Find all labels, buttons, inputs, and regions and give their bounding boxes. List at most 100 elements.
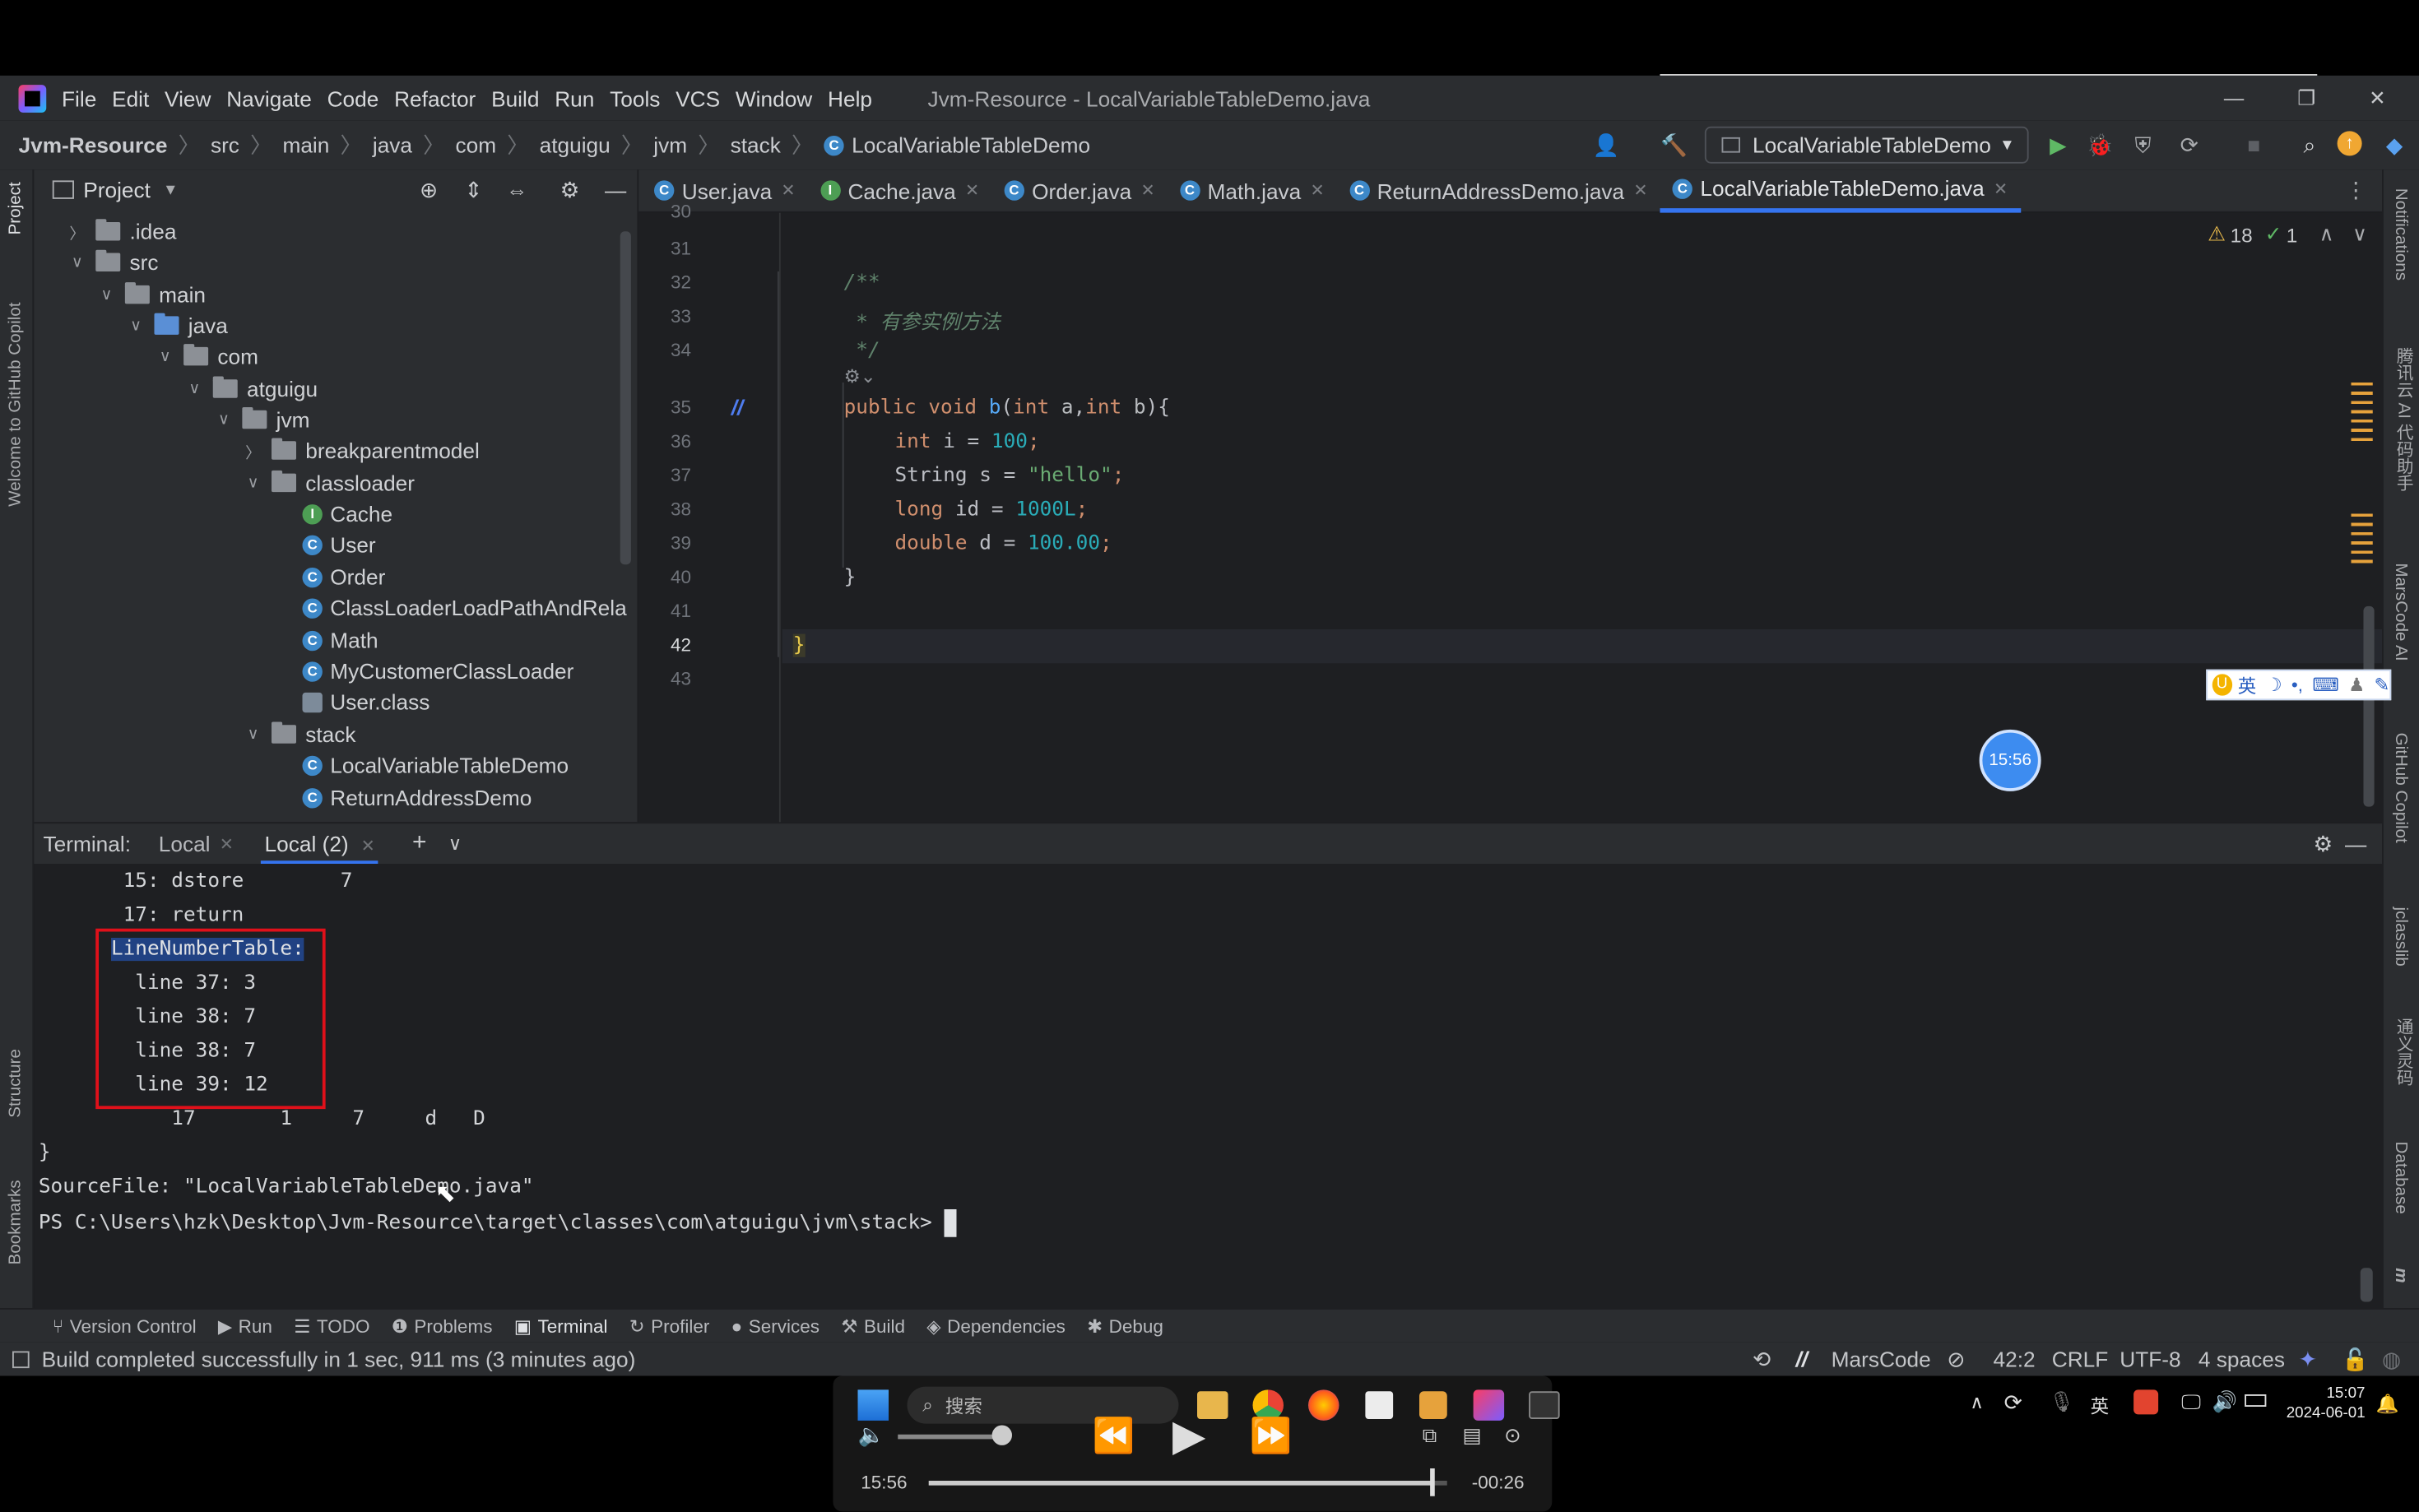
inspection-widget[interactable]: ⚠ 18 ✓ 1 ∧ ∨ [2208, 222, 2367, 247]
update-icon[interactable]: ↑ [2337, 131, 2366, 159]
status-message[interactable]: Build completed successfully in 1 sec, 9… [42, 1347, 636, 1371]
menu-edit[interactable]: Edit [112, 86, 149, 110]
tab-order-java[interactable]: C Order.java ✕ [991, 169, 1167, 212]
tab-returnaddressdemo-java[interactable]: C ReturnAddressDemo.java ✕ [1337, 169, 1660, 212]
user-icon[interactable]: 👤 [1592, 131, 1620, 159]
github-copilot-tool-button[interactable]: GitHub Copilot [2391, 733, 2410, 843]
breadcrumb-jvm[interactable]: jvm [653, 132, 687, 157]
debug-tool-button[interactable]: ✱ Debug [1087, 1315, 1163, 1336]
project-panel-title[interactable]: Project [83, 178, 151, 202]
speaker-icon[interactable]: 🔊 [2212, 1389, 2237, 1414]
memory-indicator-icon[interactable]: ◍ [2382, 1346, 2401, 1372]
tree-item-mycustomerclassloader[interactable]: C MyCustomerClassLoader [302, 656, 573, 687]
m-tool-button[interactable]: m [2391, 1268, 2410, 1282]
menu-help[interactable]: Help [828, 86, 872, 110]
tree-item-user[interactable]: C User [302, 529, 376, 560]
breadcrumb-src[interactable]: src [211, 132, 239, 157]
ime-toolbar[interactable]: U 英 ☽ •, ⌨ ♟ ✎ [2206, 669, 2392, 701]
terminal-tab-local[interactable]: Local [159, 832, 211, 856]
run-icon[interactable]: ▶ [2044, 131, 2072, 159]
breadcrumb-java[interactable]: java [373, 132, 412, 157]
run-config-dropdown[interactable]: LocalVariableTableDemo ▼ [1704, 126, 2029, 164]
file-encoding[interactable]: UTF-8 [2120, 1347, 2180, 1371]
tab-localvariabletabledemo-java[interactable]: C LocalVariableTableDemo.java ✕ [1660, 169, 2021, 212]
menu-vcs[interactable]: VCS [676, 86, 720, 110]
close-icon[interactable]: ✕ [2342, 76, 2412, 120]
firefox-icon[interactable] [1308, 1389, 1340, 1421]
windows-start-icon[interactable] [857, 1389, 889, 1421]
indent-setting[interactable]: 4 spaces [2198, 1347, 2285, 1371]
battery-icon[interactable] [2245, 1394, 2267, 1407]
profiler-icon[interactable]: ⟳ [2175, 131, 2203, 159]
terminal-taskbar-icon[interactable] [1529, 1391, 1560, 1419]
tree-item-math[interactable]: C Math [302, 624, 378, 656]
breadcrumb-atguigu[interactable]: atguigu [540, 132, 611, 157]
floating-clock-bubble[interactable]: 15:56 [1979, 729, 2041, 791]
sync-tray-icon[interactable]: ⟳ [2004, 1389, 2022, 1416]
tree-item-com[interactable]: ∨ com [156, 341, 258, 372]
add-tab-icon[interactable]: + [412, 830, 427, 858]
terminal-tool-button[interactable]: ▣ Terminal [514, 1315, 608, 1336]
menu-navigate[interactable]: Navigate [226, 86, 312, 110]
tree-item-classloaderloadpath[interactable]: C ClassLoaderLoadPathAndRela [302, 592, 627, 624]
notification-bell-icon[interactable]: 🔔 [2376, 1393, 2399, 1414]
breadcrumb-class[interactable]: LocalVariableTableDemo [852, 132, 1090, 157]
debug-icon[interactable]: 🐞 [2086, 131, 2114, 159]
tree-item-idea[interactable]: 〉 .idea [68, 216, 176, 248]
minimize-icon[interactable]: — [2198, 76, 2269, 120]
hide-panel-icon[interactable]: — [2345, 832, 2366, 856]
menu-view[interactable]: View [165, 86, 211, 110]
line-separator[interactable]: CRLF [2052, 1347, 2109, 1371]
rewind-icon[interactable]: ⏪ [1093, 1416, 1135, 1456]
tree-item-cache[interactable]: I Cache [302, 499, 392, 530]
project-scrollbar[interactable] [620, 231, 631, 565]
plugin-icon[interactable]: ◆ [2380, 131, 2408, 159]
copilot-welcome-tool-button[interactable]: Welcome to GitHub Copilot [7, 303, 26, 507]
tree-item-atguigu[interactable]: ∨ atguigu [185, 373, 318, 405]
caret-position[interactable]: 42:2 [1994, 1347, 2036, 1371]
build-tool-button[interactable]: ⚒ Build [841, 1315, 905, 1336]
gear-icon[interactable]: ⚙ [2313, 831, 2333, 857]
volume-icon[interactable]: 🔈 [858, 1422, 885, 1449]
breadcrumb-com[interactable]: com [456, 132, 497, 157]
tree-item-localvariabletabledemo[interactable]: C LocalVariableTableDemo [302, 749, 569, 781]
bookmarks-tool-button[interactable]: Bookmarks [7, 1180, 26, 1264]
tree-item-jvm[interactable]: ∨ jvm [215, 404, 309, 435]
structure-tool-button[interactable]: Structure [7, 1049, 26, 1118]
todo-tool-button[interactable]: ☰ TODO [294, 1315, 369, 1336]
marscode-status[interactable]: MarsCode [1832, 1347, 1931, 1371]
sync-icon[interactable]: ⟲ [1753, 1346, 1771, 1372]
breadcrumb-stack[interactable]: stack [731, 132, 781, 157]
play-icon[interactable]: ▶ [1172, 1410, 1205, 1461]
tree-item-classloader[interactable]: ∨ classloader [244, 467, 415, 499]
tab-cache-java[interactable]: I Cache.java ✕ [808, 169, 992, 212]
menu-tools[interactable]: Tools [610, 86, 660, 110]
microphone-icon[interactable]: 🎙 [2049, 1389, 2074, 1414]
database-tool-button[interactable]: Database [2391, 1142, 2410, 1214]
taskbar-search-box[interactable]: ⌕ 搜索 [907, 1386, 1179, 1424]
marscode-gutter-icon[interactable]: // [731, 395, 744, 420]
project-tool-button[interactable]: Project [7, 182, 26, 234]
intellij-taskbar-icon[interactable] [1473, 1389, 1505, 1421]
more-tabs-icon[interactable]: ⋮ [2345, 178, 2366, 204]
tree-item-order[interactable]: C Order [302, 562, 385, 593]
menu-run[interactable]: Run [555, 86, 594, 110]
tray-expand-icon[interactable]: ∧ [1970, 1391, 1983, 1412]
terminal-tab-local-2[interactable]: Local (2) ✕ [261, 823, 378, 865]
tencent-ai-tool-button[interactable]: 腾讯云 AI 代码助手 [2391, 347, 2416, 491]
more-options-icon[interactable]: ⊙ [1504, 1424, 1521, 1449]
menu-build[interactable]: Build [491, 86, 539, 110]
services-tool-button[interactable]: ● Services [731, 1315, 819, 1336]
copilot-status-icon[interactable]: ✦ [2299, 1346, 2317, 1372]
menu-code[interactable]: Code [327, 86, 379, 110]
close-icon[interactable]: ✕ [220, 833, 234, 854]
menu-window[interactable]: Window [736, 86, 812, 110]
tongyi-tool-button[interactable]: 通义灵码 [2391, 1018, 2416, 1087]
tree-item-src[interactable]: ∨ src [68, 247, 159, 278]
seek-bar-handle[interactable] [1429, 1468, 1435, 1496]
terminal-scrollbar[interactable] [2360, 1268, 2373, 1302]
stop-icon[interactable]: ■ [2240, 131, 2268, 159]
expand-all-icon[interactable]: ⇕ [464, 177, 482, 203]
search-icon[interactable]: ⌕ [2296, 131, 2324, 159]
terminal-output[interactable]: 15: dstore 7 17: return LineNumberTable:… [34, 864, 2382, 1308]
